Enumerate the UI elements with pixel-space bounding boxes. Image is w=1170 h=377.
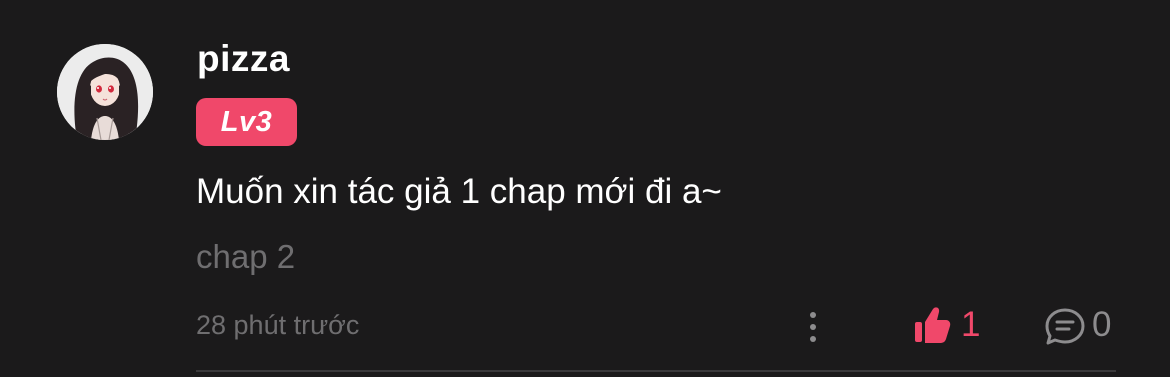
divider — [196, 370, 1116, 372]
like-count: 1 — [961, 305, 981, 344]
timestamp: 28 phút trước — [196, 310, 360, 340]
reply-count: 0 — [1092, 305, 1112, 344]
level-badge: Lv3 — [196, 98, 297, 146]
avatar[interactable] — [57, 44, 153, 140]
username[interactable]: pizza — [197, 38, 290, 80]
avatar-image — [57, 44, 153, 140]
speech-bubble-icon[interactable] — [1044, 307, 1086, 347]
thumbs-up-icon[interactable] — [913, 305, 951, 345]
comment-text: Muốn xin tác giả 1 chap mới đi a~ — [196, 172, 722, 211]
chapter-link[interactable]: chap 2 — [196, 238, 295, 276]
more-vertical-icon[interactable] — [800, 306, 826, 348]
